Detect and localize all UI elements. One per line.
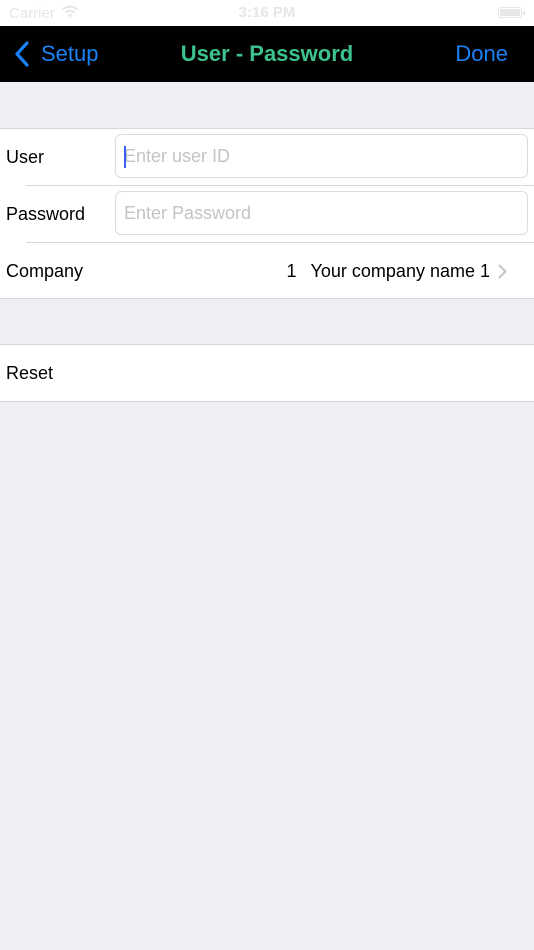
company-row[interactable]: Company 1 Your company name 1 (0, 243, 534, 300)
credentials-section: User Password Company 1 Your company nam… (0, 128, 534, 299)
company-number: 1 (286, 261, 297, 281)
reset-row[interactable]: Reset (0, 345, 534, 402)
password-input[interactable] (115, 191, 528, 235)
chevron-right-icon (498, 264, 507, 279)
navigation-bar: Setup User - Password Done (0, 26, 534, 82)
status-time: 3:16 PM (238, 4, 296, 21)
user-row: User (0, 129, 534, 186)
status-bar: Carrier 3:16 PM (0, 0, 534, 26)
company-value: 1 Your company name 1 (287, 243, 490, 300)
page-title: User - Password (180, 41, 354, 66)
password-row: Password (0, 186, 534, 243)
user-id-input[interactable] (115, 134, 528, 178)
password-label: Password (6, 204, 86, 224)
user-label: User (6, 147, 45, 167)
company-label: Company (6, 261, 84, 281)
text-cursor (124, 146, 126, 168)
battery-icon (498, 7, 525, 18)
reset-section: Reset (0, 344, 534, 402)
done-button[interactable]: Done (455, 41, 508, 67)
company-name: Your company name 1 (310, 261, 490, 281)
reset-button-label: Reset (6, 363, 54, 383)
